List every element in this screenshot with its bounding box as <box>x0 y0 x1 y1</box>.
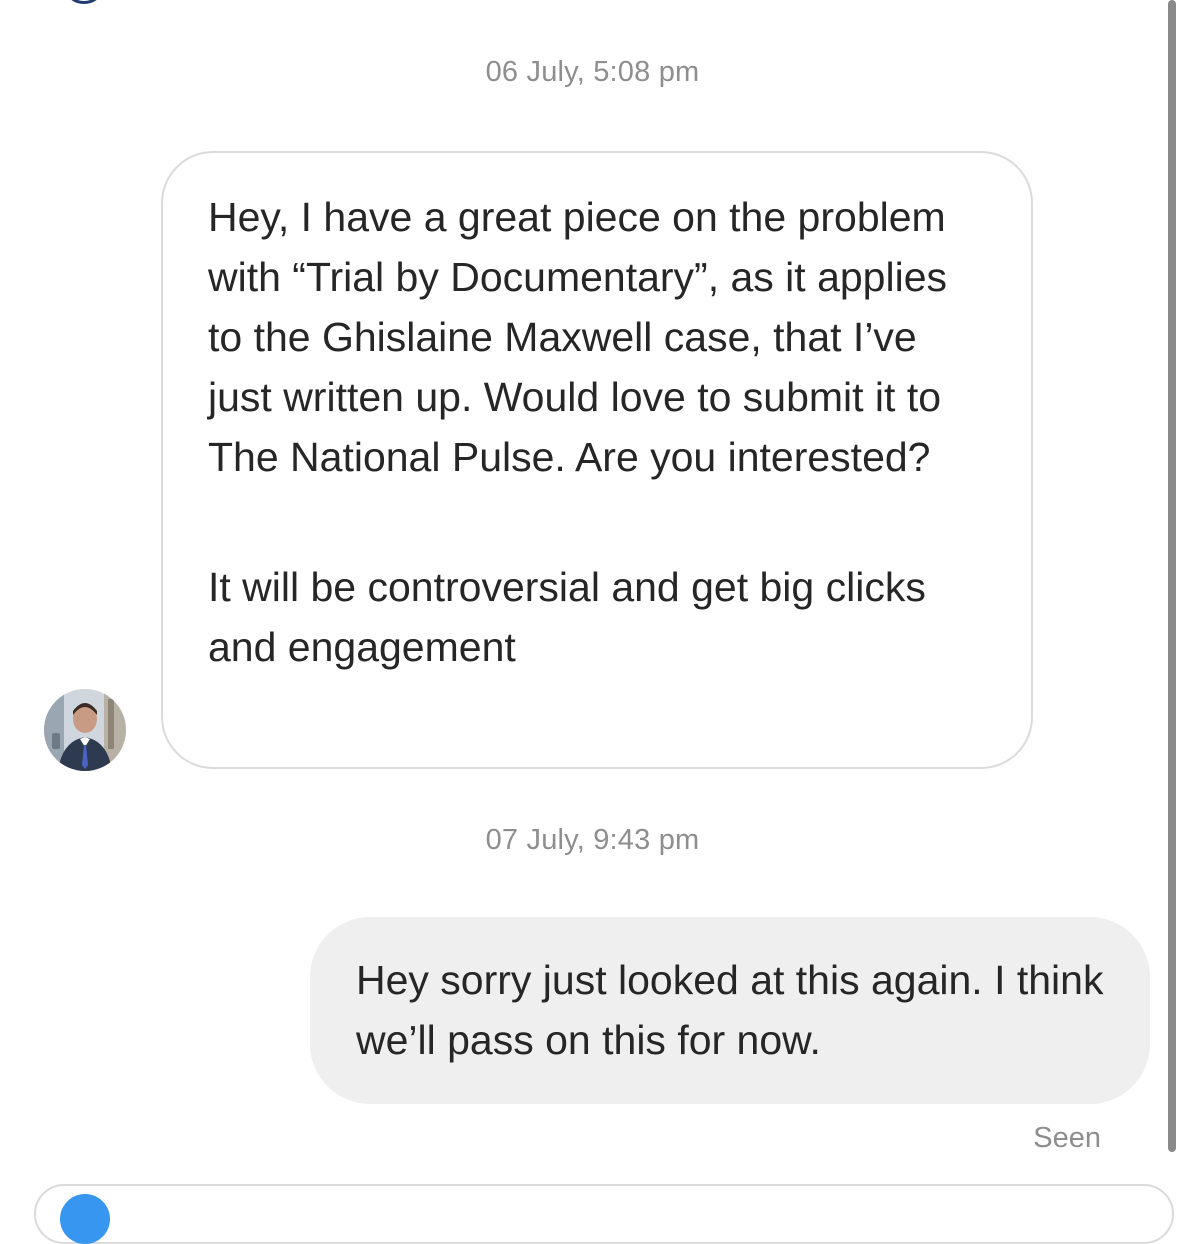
incoming-message-paragraph-2: It will be controversial and get big cli… <box>208 564 926 670</box>
outgoing-message-text: Hey sorry just looked at this again. I t… <box>356 957 1104 1063</box>
incoming-message-paragraph-1: Hey, I have a great piece on the problem… <box>208 194 948 480</box>
timestamp-first: 06 July, 5:08 pm <box>485 56 700 88</box>
camera-icon[interactable] <box>60 1194 110 1244</box>
previous-avatar-edge <box>62 0 106 4</box>
scrollbar[interactable] <box>1168 0 1176 1152</box>
sender-avatar-image <box>44 689 126 771</box>
timestamp-second: 07 July, 9:43 pm <box>485 824 700 856</box>
incoming-message-bubble[interactable]: Hey, I have a great piece on the problem… <box>161 151 1033 769</box>
seen-status: Seen <box>1033 1122 1101 1154</box>
outgoing-message-bubble[interactable]: Hey sorry just looked at this again. I t… <box>310 917 1150 1104</box>
message-composer[interactable] <box>34 1184 1174 1244</box>
sender-avatar[interactable] <box>44 689 126 771</box>
